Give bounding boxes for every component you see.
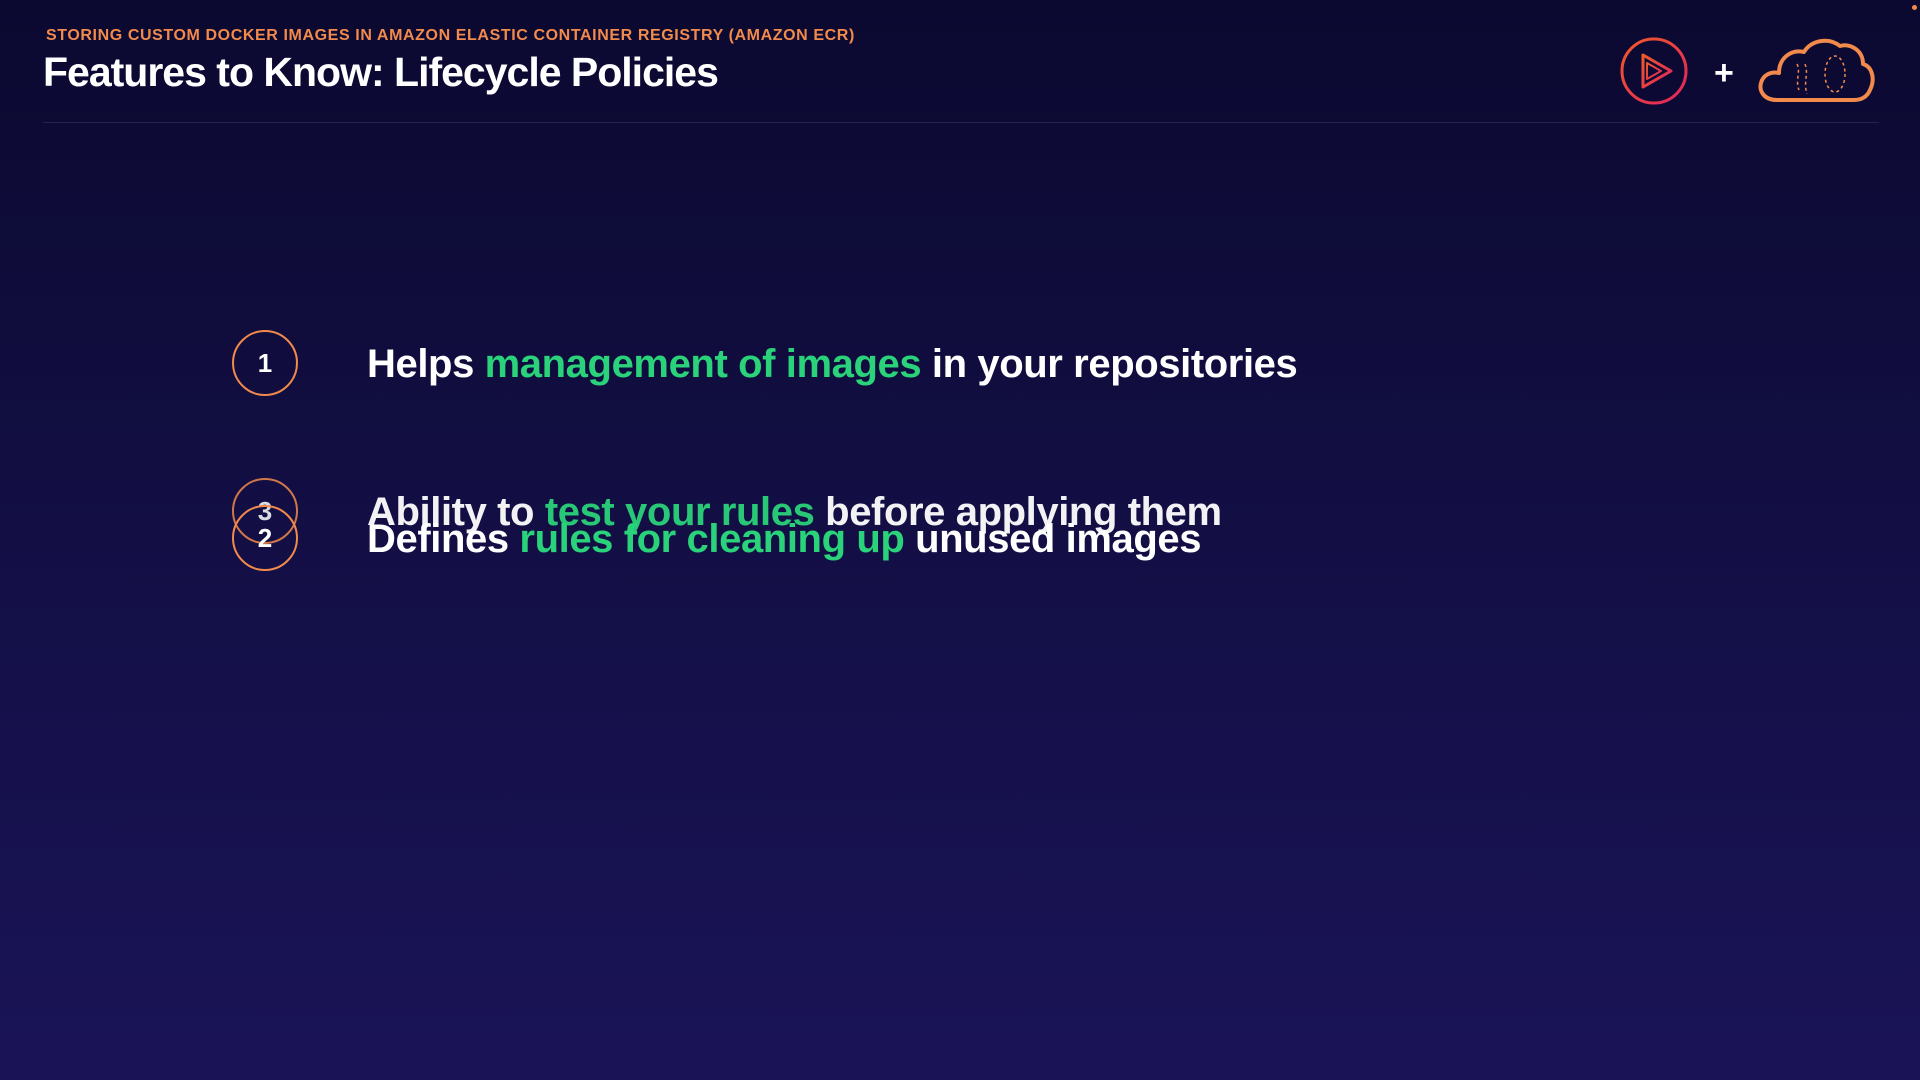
feature-number-badge: 1 — [232, 330, 298, 396]
section-eyebrow: STORING CUSTOM DOCKER IMAGES IN AMAZON E… — [46, 27, 855, 44]
corner-dot — [1912, 5, 1917, 10]
feature-text-after: unused images — [904, 517, 1202, 561]
feature-text-highlight: rules for cleaning up — [519, 517, 905, 561]
slide-header: STORING CUSTOM DOCKER IMAGES IN AMAZON E… — [43, 24, 1879, 123]
play-logo-icon — [1620, 37, 1688, 105]
slide-title: Features to Know: Lifecycle Policies — [43, 49, 719, 95]
cloud-logo-icon — [1758, 38, 1875, 102]
feature-number-badge: 2 — [232, 505, 298, 571]
feature-text-highlight: management of images — [484, 342, 922, 386]
feature-text: Helps management of images in your repos… — [367, 342, 1298, 386]
feature-text-before: Defines — [367, 517, 520, 561]
plus-sign: + — [1714, 54, 1734, 92]
feature-text-before: Helps — [367, 342, 485, 386]
feature-item-2: 2 Defines rules for cleaning up unused i… — [232, 505, 1532, 577]
brand-logos: + — [1619, 30, 1879, 110]
feature-text: Defines rules for cleaning up unused ima… — [367, 517, 1202, 561]
feature-text-after: in your repositories — [921, 342, 1298, 386]
feature-item-1: 1 Helps management of images in your rep… — [232, 330, 1532, 402]
